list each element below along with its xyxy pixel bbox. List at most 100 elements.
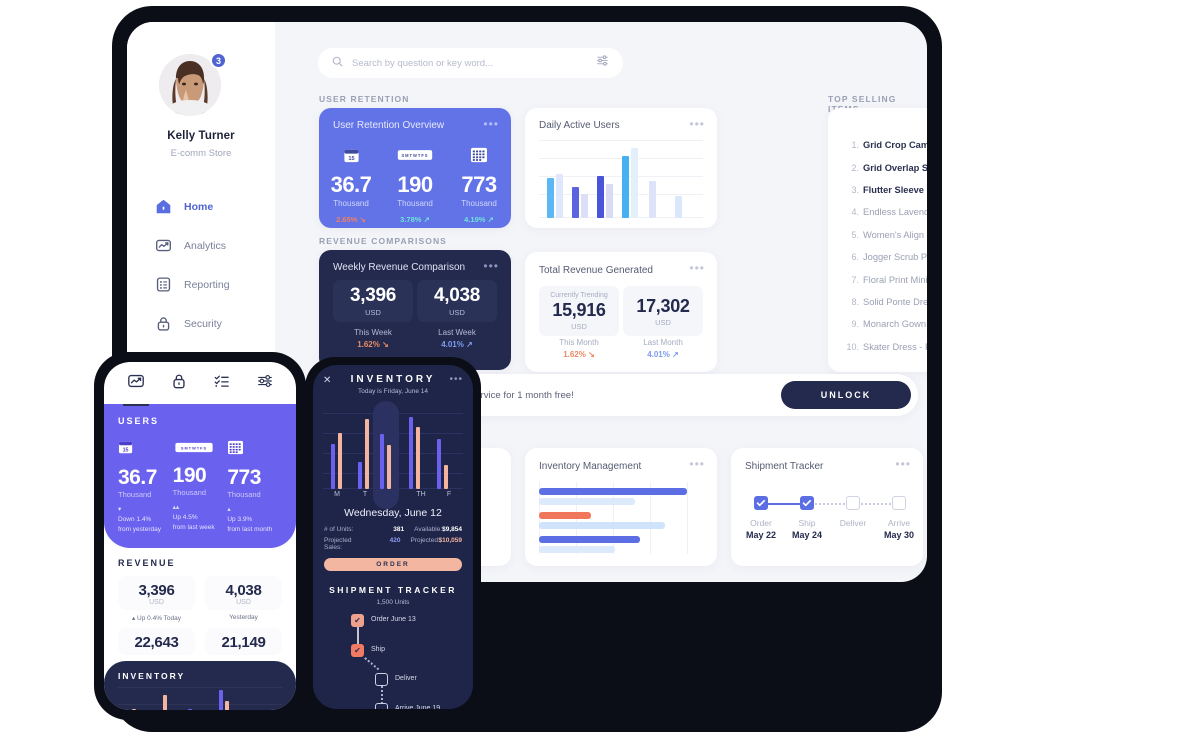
phone-user-stat: 15 36.7 Thousand ▾ Down 1.4% from yesterda… [118,440,173,534]
metric-value: 15,916 [552,299,606,320]
shipment-step-label: Ship [371,646,386,653]
list-item[interactable]: 10. Skater Dress - Peach [846,336,927,358]
avatar[interactable]: 3 [159,52,227,116]
shipment-step-ship[interactable]: ✔ [351,644,364,657]
shipment-step-arrive[interactable] [892,496,906,510]
shipment-step-ship[interactable] [800,496,814,510]
metric-delta: 4.01% ↗ [441,340,473,349]
sidebar-item-reporting[interactable]: Reporting [127,265,275,304]
analytics-icon [155,237,172,254]
total-revenue-this-month-box: Currently Trending 15,916 USD [539,286,619,336]
metric-label: This Month [559,338,599,347]
light-phone-screen: USERS 15 36.7 Thousand ▾ Down 1.4% from ye… [104,362,296,710]
card-menu-icon[interactable]: ••• [689,458,705,470]
card-menu-icon[interactable]: ••• [895,458,911,470]
card-menu-icon[interactable]: ••• [689,262,705,274]
total-revenue-this-month-foot: This Month 1.62% ↘ [539,338,619,359]
svg-text:SMTWTFS: SMTWTFS [401,153,428,158]
retention-stat: 15 36.7 Thousand 2.65% ↘ [319,144,383,224]
retention-unit: Thousand [461,199,497,208]
dark-shipment-steps: ✔ Order June 13 ✔ Ship Deliver Arrive Ju… [351,614,473,709]
shipment-tracker-card: Shipment Tracker ••• Order Ship Deliver … [731,448,923,566]
list-item[interactable]: 8. Solid Ponte Dress - Rose [846,291,927,313]
list-item[interactable]: 2. Grid Overlap Shorts [846,156,927,178]
total-revenue-last-month-box: 17,302 USD [623,286,703,336]
list-item-label: Flutter Sleeve Mini Dress - Gold [863,184,927,195]
card-title: Weekly Revenue Comparison [333,262,466,273]
card-menu-icon[interactable]: ••• [483,118,499,130]
weekly-revenue-this-week-box: 3,396 USD [333,280,413,322]
filter-icon[interactable] [596,54,609,72]
table-key: Projected: [410,537,440,544]
unlock-button[interactable]: UNLOCK [781,381,911,409]
sidebar-item-label: Security [184,317,222,330]
page-subtitle: Today is Friday, June 14 [358,388,428,395]
section-label-revenue-comparisons: REVENUE COMPARISONS [319,236,447,246]
section-title: REVENUE [118,558,176,569]
metric-delta: 1.62% ↘ [563,350,595,359]
selected-day-label: Wednesday, June 12 [344,507,442,519]
calendar-month-icon [227,440,244,459]
metric-value: 17,302 [636,295,690,316]
list-item[interactable]: 5. Women's Align Pants [846,224,927,246]
order-button[interactable]: ORDER [324,558,462,571]
phone-tab-settings[interactable] [248,372,282,395]
card-menu-icon[interactable]: ••• [449,374,463,385]
close-icon[interactable]: ✕ [323,375,331,386]
shipment-step-deliver[interactable] [846,496,860,510]
list-item-index: 7. [851,274,859,285]
shipment-step-order[interactable] [754,496,768,510]
shipment-step-deliver[interactable] [375,673,388,686]
metric-delta: 4.01% ↗ [647,350,679,359]
axis-tick: TH [416,491,426,498]
metric-unit: USD [571,321,587,331]
list-item[interactable]: 7. Floral Print Mini Dress [846,268,927,290]
list-item-label: Skater Dress - Peach [863,341,927,352]
inventory-stats-table: # of Units: 381 Available: $9,854 Projec… [324,526,462,551]
card-title: Inventory Management [539,461,642,472]
shipment-step-order[interactable]: ✔ [351,614,364,627]
search-input[interactable] [352,57,587,69]
phone-tab-analytics[interactable] [119,372,153,406]
card-menu-icon[interactable]: ••• [483,260,499,272]
search-bar[interactable] [318,48,623,78]
trend-label: Currently Trending [550,291,608,299]
sidebar-item-home[interactable]: Home [127,187,275,226]
list-item-label: Women's Align Pants [863,229,927,240]
list-item[interactable]: 6. Jogger Scrub Pants [846,246,927,268]
phone-tab-tasks[interactable] [205,372,239,395]
table-row: Projected Sales: 420 Projected: $10,059 [324,537,462,551]
metric-foot: ▴ Up 0.4% Today [131,615,182,623]
card-title: Daily Active Users [539,120,620,131]
shipment-tracker-title: SHIPMENT TRACKER [329,585,457,595]
analytics-icon [127,372,145,395]
calendar-day-icon: 15 [319,144,383,166]
shipment-step-date: May 24 [791,530,823,540]
retention-value: 36.7 [330,172,372,197]
phone-tab-security[interactable] [162,372,196,395]
sidebar-item-analytics[interactable]: Analytics [127,226,275,265]
list-item[interactable]: 3. Flutter Sleeve Mini Dress - Gold [846,179,927,201]
list-item[interactable]: 4. Endless Lavender Dress [846,201,927,223]
list-item[interactable]: 9. Monarch Gown [846,313,927,335]
card-title: Shipment Tracker [745,461,824,472]
shipment-step-label: Arrive June 19 [395,705,441,709]
profile-subtitle: E-comm Store [170,148,232,159]
sidebar-item-security[interactable]: Security [127,304,275,343]
section-title: USERS [118,416,160,426]
table-key: Available: [414,526,443,533]
list-item-index: 2. [851,162,859,173]
shipment-step-arrive[interactable] [375,703,388,709]
daily-active-users-chart [539,140,703,218]
list-item[interactable]: 1. Grid Crop Cami Top [846,134,927,156]
stat-value: 36.7 [118,466,157,489]
phone-user-stat: SMTWTFS 190 Thousand ▴▴ Up 4.5% from last … [173,440,228,534]
metric-label: Last Month [643,338,683,347]
metric-value: 4,038 [225,582,262,600]
stat-unit: Thousand [227,490,261,499]
card-menu-icon[interactable]: ••• [689,118,705,130]
svg-text:SMTWTFS: SMTWTFS [181,445,207,450]
retention-value: 773 [461,172,497,197]
daily-active-users-card: Daily Active Users ••• [525,108,717,228]
phone-users-section: USERS 15 36.7 Thousand ▾ Down 1.4% from ye… [104,404,296,549]
